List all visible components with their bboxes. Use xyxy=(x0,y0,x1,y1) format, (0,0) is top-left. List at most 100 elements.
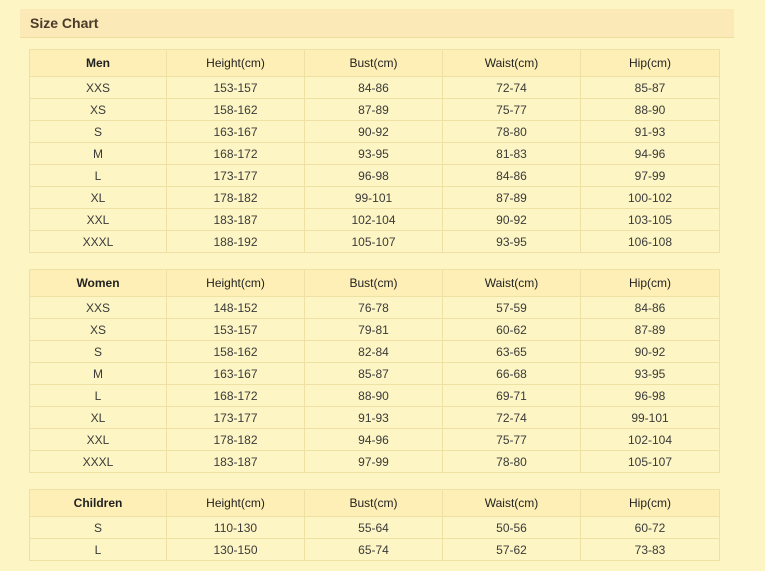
size-cell: XXS xyxy=(29,296,167,319)
waist-cell: 90-92 xyxy=(442,208,581,231)
bust-cell: 99-101 xyxy=(304,186,443,209)
waist-cell: 84-86 xyxy=(442,164,581,187)
bust-cell: 105-107 xyxy=(304,230,443,253)
table-row: M 163-167 85-87 66-68 93-95 xyxy=(29,362,720,385)
column-header-bust: Bust(cm) xyxy=(304,489,443,517)
waist-cell: 78-80 xyxy=(442,120,581,143)
size-cell: S xyxy=(29,340,167,363)
size-chart-header: Size Chart xyxy=(20,9,734,38)
height-cell: 188-192 xyxy=(166,230,305,253)
size-cell: XXXL xyxy=(29,450,167,473)
bust-cell: 97-99 xyxy=(304,450,443,473)
table-row: XXL 183-187 102-104 90-92 103-105 xyxy=(29,208,720,231)
waist-cell: 57-59 xyxy=(442,296,581,319)
height-cell: 178-182 xyxy=(166,428,305,451)
bust-cell: 76-78 xyxy=(304,296,443,319)
size-cell: XXL xyxy=(29,428,167,451)
height-cell: 163-167 xyxy=(166,362,305,385)
hip-cell: 94-96 xyxy=(580,142,720,165)
height-cell: 153-157 xyxy=(166,318,305,341)
waist-cell: 69-71 xyxy=(442,384,581,407)
size-cell: M xyxy=(29,362,167,385)
men-size-table: Men Height(cm) Bust(cm) Waist(cm) Hip(cm… xyxy=(29,49,720,253)
table-row: L 168-172 88-90 69-71 96-98 xyxy=(29,384,720,407)
height-cell: 158-162 xyxy=(166,98,305,121)
table-row: S 110-130 55-64 50-56 60-72 xyxy=(29,516,720,539)
waist-cell: 75-77 xyxy=(442,428,581,451)
column-header-hip: Hip(cm) xyxy=(580,49,720,77)
column-header-waist: Waist(cm) xyxy=(442,49,581,77)
size-cell: XXL xyxy=(29,208,167,231)
hip-cell: 96-98 xyxy=(580,384,720,407)
size-cell: L xyxy=(29,538,167,561)
height-cell: 148-152 xyxy=(166,296,305,319)
waist-cell: 66-68 xyxy=(442,362,581,385)
waist-cell: 50-56 xyxy=(442,516,581,539)
height-cell: 153-157 xyxy=(166,76,305,99)
bust-cell: 82-84 xyxy=(304,340,443,363)
table-row: XXS 148-152 76-78 57-59 84-86 xyxy=(29,296,720,319)
size-cell: S xyxy=(29,516,167,539)
hip-cell: 84-86 xyxy=(580,296,720,319)
table-row: XS 158-162 87-89 75-77 88-90 xyxy=(29,98,720,121)
hip-cell: 88-90 xyxy=(580,98,720,121)
table-row: XL 173-177 91-93 72-74 99-101 xyxy=(29,406,720,429)
waist-cell: 93-95 xyxy=(442,230,581,253)
hip-cell: 103-105 xyxy=(580,208,720,231)
table-row: S 158-162 82-84 63-65 90-92 xyxy=(29,340,720,363)
height-cell: 168-172 xyxy=(166,384,305,407)
table-row: XXS 153-157 84-86 72-74 85-87 xyxy=(29,76,720,99)
size-cell: XS xyxy=(29,98,167,121)
waist-cell: 57-62 xyxy=(442,538,581,561)
column-header-height: Height(cm) xyxy=(166,269,305,297)
page-title: Size Chart xyxy=(30,15,99,31)
children-size-table: Children Height(cm) Bust(cm) Waist(cm) H… xyxy=(29,489,720,561)
group-header: Women xyxy=(29,269,167,297)
size-cell: L xyxy=(29,384,167,407)
column-header-hip: Hip(cm) xyxy=(580,269,720,297)
bust-cell: 94-96 xyxy=(304,428,443,451)
table-row: XXXL 183-187 97-99 78-80 105-107 xyxy=(29,450,720,473)
column-header-waist: Waist(cm) xyxy=(442,489,581,517)
table-row: S 163-167 90-92 78-80 91-93 xyxy=(29,120,720,143)
hip-cell: 91-93 xyxy=(580,120,720,143)
hip-cell: 105-107 xyxy=(580,450,720,473)
hip-cell: 60-72 xyxy=(580,516,720,539)
size-cell: XL xyxy=(29,406,167,429)
height-cell: 130-150 xyxy=(166,538,305,561)
height-cell: 110-130 xyxy=(166,516,305,539)
bust-cell: 87-89 xyxy=(304,98,443,121)
table-row: XS 153-157 79-81 60-62 87-89 xyxy=(29,318,720,341)
height-cell: 163-167 xyxy=(166,120,305,143)
table-header-row: Children Height(cm) Bust(cm) Waist(cm) H… xyxy=(29,489,720,517)
bust-cell: 102-104 xyxy=(304,208,443,231)
height-cell: 178-182 xyxy=(166,186,305,209)
height-cell: 173-177 xyxy=(166,406,305,429)
waist-cell: 81-83 xyxy=(442,142,581,165)
bust-cell: 91-93 xyxy=(304,406,443,429)
hip-cell: 106-108 xyxy=(580,230,720,253)
table-header-row: Men Height(cm) Bust(cm) Waist(cm) Hip(cm… xyxy=(29,49,720,77)
hip-cell: 90-92 xyxy=(580,340,720,363)
column-header-bust: Bust(cm) xyxy=(304,269,443,297)
group-header: Men xyxy=(29,49,167,77)
bust-cell: 65-74 xyxy=(304,538,443,561)
size-cell: L xyxy=(29,164,167,187)
waist-cell: 72-74 xyxy=(442,76,581,99)
hip-cell: 93-95 xyxy=(580,362,720,385)
waist-cell: 78-80 xyxy=(442,450,581,473)
height-cell: 183-187 xyxy=(166,208,305,231)
waist-cell: 75-77 xyxy=(442,98,581,121)
hip-cell: 102-104 xyxy=(580,428,720,451)
column-header-waist: Waist(cm) xyxy=(442,269,581,297)
table-row: XXXL 188-192 105-107 93-95 106-108 xyxy=(29,230,720,253)
waist-cell: 60-62 xyxy=(442,318,581,341)
women-size-table: Women Height(cm) Bust(cm) Waist(cm) Hip(… xyxy=(29,269,720,473)
column-header-height: Height(cm) xyxy=(166,49,305,77)
column-header-hip: Hip(cm) xyxy=(580,489,720,517)
size-cell: XXXL xyxy=(29,230,167,253)
bust-cell: 85-87 xyxy=(304,362,443,385)
group-header: Children xyxy=(29,489,167,517)
height-cell: 183-187 xyxy=(166,450,305,473)
bust-cell: 88-90 xyxy=(304,384,443,407)
